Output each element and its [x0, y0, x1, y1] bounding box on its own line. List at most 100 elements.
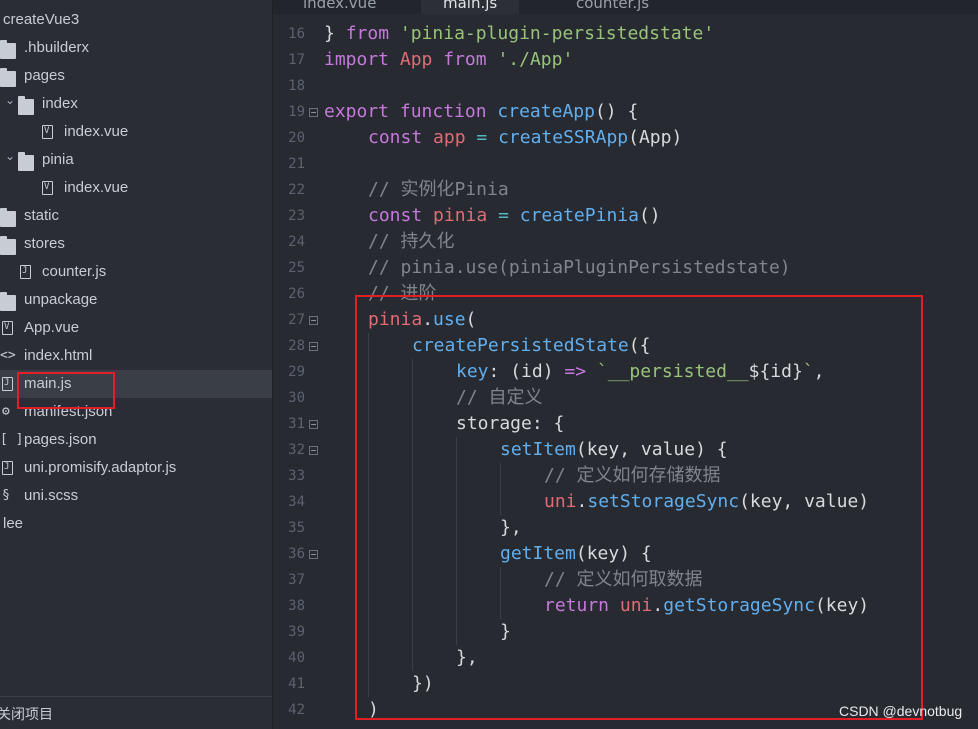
code-line[interactable]: key: (id) => `__persisted__${id}`,: [456, 359, 825, 385]
code-line[interactable]: } from 'pinia-plugin-persistedstate': [324, 21, 714, 47]
code-editor[interactable]: 16 17 18 19 20 21 22 23 24 25 26 27 28 29 30 31 32 33 34 35…: [273, 14, 978, 729]
code-line[interactable]: import App from './App': [324, 47, 573, 73]
code-token: ({: [628, 335, 651, 356]
chevron-down-icon[interactable]: ⌄: [4, 86, 16, 114]
tree-item-static[interactable]: static: [0, 202, 272, 230]
code-line[interactable]: // 定义如何取数据: [544, 567, 703, 593]
code-token: createPinia: [519, 205, 639, 226]
tree-item-uni-promisify-adaptor-js[interactable]: Juni.promisify.adaptor.js: [0, 454, 272, 482]
code-token: getItem: [500, 543, 576, 564]
code-token: (key, value) {: [575, 439, 728, 460]
code-line[interactable]: // 进阶: [368, 281, 437, 307]
tree-item-uni-scss[interactable]: § uni.scss: [0, 482, 272, 510]
tab-counter-js[interactable]: counter.js: [554, 0, 671, 14]
code-line[interactable]: setItem(key, value) {: [500, 437, 728, 463]
code-line[interactable]: createPersistedState({: [412, 333, 650, 359]
fold-toggle-icon[interactable]: [309, 342, 318, 351]
line-number: 16: [288, 26, 305, 42]
code-token: }: [500, 621, 511, 642]
fold-toggle-icon[interactable]: [309, 550, 318, 559]
tree-item-createvue3[interactable]: createVue3: [0, 6, 272, 34]
folder-icon: [18, 96, 34, 115]
indent-guide: [368, 463, 369, 489]
code-line[interactable]: uni.setStorageSync(key, value): [544, 489, 869, 515]
tree-item-pinia[interactable]: ⌄ pinia: [0, 146, 272, 174]
code-line[interactable]: export function createApp() {: [324, 99, 638, 125]
tree-item-index-html[interactable]: <> index.html: [0, 342, 272, 370]
code-line[interactable]: // 定义如何存储数据: [544, 463, 721, 489]
tree-item-label: index.vue: [64, 179, 129, 196]
code-line[interactable]: // pinia.use(piniaPluginPersistedstate): [368, 255, 791, 281]
folder-icon: [18, 152, 34, 171]
code-area[interactable]: } from 'pinia-plugin-persistedstate' impo…: [324, 14, 974, 729]
code-token: from: [345, 23, 390, 44]
tree-item-app-vue[interactable]: V App.vue: [0, 314, 272, 342]
code-line[interactable]: ): [368, 697, 379, 723]
indent-guide: [456, 593, 457, 619]
indent-guide: [412, 463, 413, 489]
close-project-button[interactable]: 关闭项目: [0, 696, 272, 729]
tree-item-index[interactable]: ⌄ index: [0, 90, 272, 118]
code-token: // 持久化: [368, 231, 455, 252]
code-line[interactable]: },: [456, 645, 478, 671]
indent-guide: [500, 593, 501, 619]
fold-toggle-icon[interactable]: [309, 420, 318, 429]
tree-item-stores[interactable]: stores: [0, 230, 272, 258]
code-token: =: [476, 127, 488, 148]
code-token: (key, value): [739, 491, 870, 512]
fold-toggle-icon[interactable]: [309, 316, 318, 325]
code-token: createApp: [497, 101, 595, 122]
tab-main-js[interactable]: main.js: [421, 0, 520, 14]
tree-item-pages[interactable]: pages: [0, 62, 272, 90]
code-line[interactable]: storage: {: [456, 411, 564, 437]
code-token: pinia: [433, 205, 488, 226]
tree-item-manifest-json[interactable]: ⚙ manifest.json: [0, 398, 272, 426]
fold-toggle-icon[interactable]: [309, 108, 318, 117]
tree-item-label: unpackage: [24, 291, 98, 308]
code-line[interactable]: const pinia = createPinia(): [368, 203, 661, 229]
js-file-icon: J: [2, 377, 13, 391]
code-token: (key) {: [575, 543, 652, 564]
indent-guide: [412, 541, 413, 567]
code-line[interactable]: },: [500, 515, 522, 541]
code-line[interactable]: // 自定义: [456, 385, 543, 411]
indent-guide: [412, 385, 413, 411]
code-token: (App): [628, 127, 683, 148]
tree-item-index-vue[interactable]: Vindex.vue: [0, 118, 272, 146]
tree-item-unpackage[interactable]: unpackage: [0, 286, 272, 314]
code-line[interactable]: }): [412, 671, 434, 697]
indent-guide: [368, 567, 369, 593]
indent-guide: [368, 437, 369, 463]
tree-item-lee[interactable]: lee: [0, 510, 272, 538]
code-token: getStorageSync: [663, 595, 815, 616]
code-line[interactable]: }: [500, 619, 511, 645]
code-line[interactable]: const app = createSSRApp(App): [368, 125, 682, 151]
tree-item-main-js[interactable]: Jmain.js: [0, 370, 272, 398]
code-token: pinia: [368, 309, 423, 330]
code-line[interactable]: // 实例化Pinia: [368, 177, 509, 203]
tab-index-vue[interactable]: index.vue: [281, 0, 398, 14]
code-token: // 实例化Pinia: [368, 179, 509, 200]
code-token: use: [433, 309, 466, 330]
line-number: 27: [288, 312, 305, 328]
tree-item-pages-json[interactable]: [ ] pages.json: [0, 426, 272, 454]
code-line[interactable]: getItem(key) {: [500, 541, 652, 567]
tree-item-counter-js[interactable]: Jcounter.js: [0, 258, 272, 286]
code-line[interactable]: return uni.getStorageSync(key): [544, 593, 869, 619]
tree-item-index-vue[interactable]: Vindex.vue: [0, 174, 272, 202]
chevron-down-icon[interactable]: ⌄: [4, 142, 16, 170]
code-token: (key): [814, 595, 870, 616]
code-line[interactable]: pinia.use(: [368, 307, 476, 333]
code-token: (): [638, 205, 661, 226]
indent-guide: [368, 411, 369, 437]
folder-icon: [0, 68, 16, 87]
fold-toggle-icon[interactable]: [309, 446, 318, 455]
tree-item--hbuilderx[interactable]: .hbuilderx: [0, 34, 272, 62]
indent-guide: [456, 489, 457, 515]
project-explorer: createVue3 .hbuilderx pages ⌄ index Vindex.vu…: [0, 0, 273, 729]
code-line[interactable]: // 持久化: [368, 229, 455, 255]
line-number: 29: [288, 364, 305, 380]
